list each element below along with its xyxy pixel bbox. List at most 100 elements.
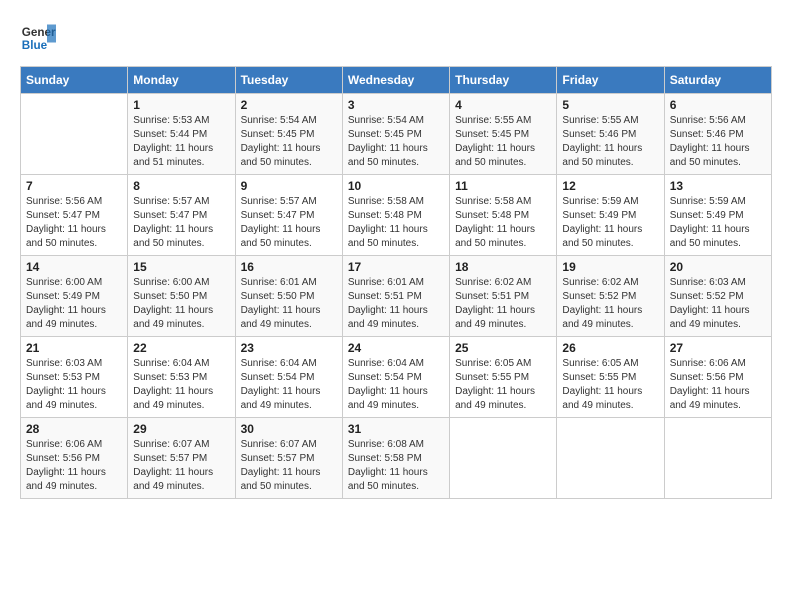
day-info: Sunrise: 5:58 AMSunset: 5:48 PMDaylight:… <box>348 195 444 251</box>
calendar-cell: 8 Sunrise: 5:57 AMSunset: 5:47 PMDaylight… <box>128 175 235 256</box>
day-info: Sunrise: 6:03 AMSunset: 5:52 PMDaylight:… <box>670 276 766 332</box>
day-info: Sunrise: 6:05 AMSunset: 5:55 PMDaylight:… <box>562 357 658 413</box>
calendar-cell: 25 Sunrise: 6:05 AMSunset: 5:55 PMDayligh… <box>450 337 557 418</box>
day-number: 16 <box>241 260 337 274</box>
calendar-cell: 7 Sunrise: 5:56 AMSunset: 5:47 PMDaylight… <box>21 175 128 256</box>
day-info: Sunrise: 6:01 AMSunset: 5:50 PMDaylight:… <box>241 276 337 332</box>
calendar-cell: 19Sunrise: 6:02 AMSunset: 5:52 PMDayligh… <box>557 256 664 337</box>
day-number: 22 <box>133 341 229 355</box>
day-info: Sunrise: 6:06 AMSunset: 5:56 PMDaylight:… <box>26 438 122 494</box>
day-info: Sunrise: 6:00 AMSunset: 5:50 PMDaylight:… <box>133 276 229 332</box>
calendar-cell: 2 Sunrise: 5:54 AMSunset: 5:45 PMDaylight… <box>235 94 342 175</box>
day-info: Sunrise: 6:05 AMSunset: 5:55 PMDaylight:… <box>455 357 551 413</box>
calendar-cell: 16 Sunrise: 6:01 AMSunset: 5:50 PMDayligh… <box>235 256 342 337</box>
day-number: 25 <box>455 341 551 355</box>
calendar-cell <box>664 418 771 499</box>
day-number: 12 <box>562 179 658 193</box>
day-number: 6 <box>670 98 766 112</box>
day-number: 9 <box>241 179 337 193</box>
day-number: 23 <box>241 341 337 355</box>
calendar-cell: 18Sunrise: 6:02 AMSunset: 5:51 PMDayligh… <box>450 256 557 337</box>
day-number: 29 <box>133 422 229 436</box>
calendar-cell: 15 Sunrise: 6:00 AMSunset: 5:50 PMDayligh… <box>128 256 235 337</box>
calendar-cell: 21 Sunrise: 6:03 AMSunset: 5:53 PMDayligh… <box>21 337 128 418</box>
day-info: Sunrise: 6:03 AMSunset: 5:53 PMDaylight:… <box>26 357 122 413</box>
day-info: Sunrise: 5:59 AMSunset: 5:49 PMDaylight:… <box>670 195 766 251</box>
day-info: Sunrise: 6:08 AMSunset: 5:58 PMDaylight:… <box>348 438 444 494</box>
calendar-cell: 23Sunrise: 6:04 AMSunset: 5:54 PMDayligh… <box>235 337 342 418</box>
day-number: 5 <box>562 98 658 112</box>
page-header: General Blue <box>20 20 772 56</box>
day-number: 1 <box>133 98 229 112</box>
day-info: Sunrise: 6:04 AMSunset: 5:54 PMDaylight:… <box>348 357 444 413</box>
calendar-cell: 4Sunrise: 5:55 AMSunset: 5:45 PMDaylight… <box>450 94 557 175</box>
day-number: 24 <box>348 341 444 355</box>
day-number: 14 <box>26 260 122 274</box>
calendar-cell: 14Sunrise: 6:00 AMSunset: 5:49 PMDayligh… <box>21 256 128 337</box>
weekday-header: Wednesday <box>342 67 449 94</box>
weekday-header: Monday <box>128 67 235 94</box>
day-number: 20 <box>670 260 766 274</box>
calendar-cell: 30 Sunrise: 6:07 AMSunset: 5:57 PMDayligh… <box>235 418 342 499</box>
calendar-cell: 10 Sunrise: 5:58 AMSunset: 5:48 PMDayligh… <box>342 175 449 256</box>
day-number: 31 <box>348 422 444 436</box>
calendar-week-row: 21 Sunrise: 6:03 AMSunset: 5:53 PMDayligh… <box>21 337 772 418</box>
day-number: 11 <box>455 179 551 193</box>
calendar-cell: 5Sunrise: 5:55 AMSunset: 5:46 PMDaylight… <box>557 94 664 175</box>
calendar-cell: 11 Sunrise: 5:58 AMSunset: 5:48 PMDayligh… <box>450 175 557 256</box>
day-info: Sunrise: 6:01 AMSunset: 5:51 PMDaylight:… <box>348 276 444 332</box>
day-info: Sunrise: 6:02 AMSunset: 5:51 PMDaylight:… <box>455 276 551 332</box>
svg-text:Blue: Blue <box>22 39 48 52</box>
calendar-cell: 31 Sunrise: 6:08 AMSunset: 5:58 PMDayligh… <box>342 418 449 499</box>
day-number: 15 <box>133 260 229 274</box>
day-number: 27 <box>670 341 766 355</box>
day-number: 28 <box>26 422 122 436</box>
calendar-cell: 26Sunrise: 6:05 AMSunset: 5:55 PMDayligh… <box>557 337 664 418</box>
day-info: Sunrise: 5:58 AMSunset: 5:48 PMDaylight:… <box>455 195 551 251</box>
day-info: Sunrise: 5:54 AMSunset: 5:45 PMDaylight:… <box>348 114 444 170</box>
logo-icon: General Blue <box>20 20 56 56</box>
day-info: Sunrise: 6:07 AMSunset: 5:57 PMDaylight:… <box>241 438 337 494</box>
calendar-cell: 28 Sunrise: 6:06 AMSunset: 5:56 PMDayligh… <box>21 418 128 499</box>
calendar-cell: 20 Sunrise: 6:03 AMSunset: 5:52 PMDayligh… <box>664 256 771 337</box>
weekday-header: Sunday <box>21 67 128 94</box>
weekday-header: Friday <box>557 67 664 94</box>
calendar-cell: 13 Sunrise: 5:59 AMSunset: 5:49 PMDayligh… <box>664 175 771 256</box>
day-number: 21 <box>26 341 122 355</box>
calendar-cell <box>450 418 557 499</box>
day-info: Sunrise: 5:57 AMSunset: 5:47 PMDaylight:… <box>133 195 229 251</box>
weekday-header: Tuesday <box>235 67 342 94</box>
day-number: 2 <box>241 98 337 112</box>
calendar-table: SundayMondayTuesdayWednesdayThursdayFrid… <box>20 66 772 499</box>
day-info: Sunrise: 5:56 AMSunset: 5:47 PMDaylight:… <box>26 195 122 251</box>
day-number: 19 <box>562 260 658 274</box>
day-number: 10 <box>348 179 444 193</box>
day-info: Sunrise: 6:04 AMSunset: 5:53 PMDaylight:… <box>133 357 229 413</box>
calendar-cell: 27 Sunrise: 6:06 AMSunset: 5:56 PMDayligh… <box>664 337 771 418</box>
calendar-cell <box>557 418 664 499</box>
calendar-cell: 9 Sunrise: 5:57 AMSunset: 5:47 PMDaylight… <box>235 175 342 256</box>
day-info: Sunrise: 6:07 AMSunset: 5:57 PMDaylight:… <box>133 438 229 494</box>
calendar-cell: 1 Sunrise: 5:53 AMSunset: 5:44 PMDaylight… <box>128 94 235 175</box>
day-info: Sunrise: 6:06 AMSunset: 5:56 PMDaylight:… <box>670 357 766 413</box>
calendar-week-row: 1 Sunrise: 5:53 AMSunset: 5:44 PMDaylight… <box>21 94 772 175</box>
day-number: 7 <box>26 179 122 193</box>
calendar-cell: 3 Sunrise: 5:54 AMSunset: 5:45 PMDaylight… <box>342 94 449 175</box>
day-number: 30 <box>241 422 337 436</box>
day-number: 8 <box>133 179 229 193</box>
calendar-cell: 6 Sunrise: 5:56 AMSunset: 5:46 PMDaylight… <box>664 94 771 175</box>
logo: General Blue <box>20 20 56 56</box>
calendar-cell: 24 Sunrise: 6:04 AMSunset: 5:54 PMDayligh… <box>342 337 449 418</box>
day-info: Sunrise: 5:56 AMSunset: 5:46 PMDaylight:… <box>670 114 766 170</box>
calendar-cell <box>21 94 128 175</box>
calendar-body: 1 Sunrise: 5:53 AMSunset: 5:44 PMDaylight… <box>21 94 772 499</box>
day-info: Sunrise: 5:53 AMSunset: 5:44 PMDaylight:… <box>133 114 229 170</box>
calendar-cell: 29 Sunrise: 6:07 AMSunset: 5:57 PMDayligh… <box>128 418 235 499</box>
calendar-cell: 17Sunrise: 6:01 AMSunset: 5:51 PMDayligh… <box>342 256 449 337</box>
day-info: Sunrise: 5:54 AMSunset: 5:45 PMDaylight:… <box>241 114 337 170</box>
calendar-header-row: SundayMondayTuesdayWednesdayThursdayFrid… <box>21 67 772 94</box>
day-number: 13 <box>670 179 766 193</box>
day-info: Sunrise: 5:59 AMSunset: 5:49 PMDaylight:… <box>562 195 658 251</box>
day-info: Sunrise: 5:57 AMSunset: 5:47 PMDaylight:… <box>241 195 337 251</box>
day-number: 3 <box>348 98 444 112</box>
